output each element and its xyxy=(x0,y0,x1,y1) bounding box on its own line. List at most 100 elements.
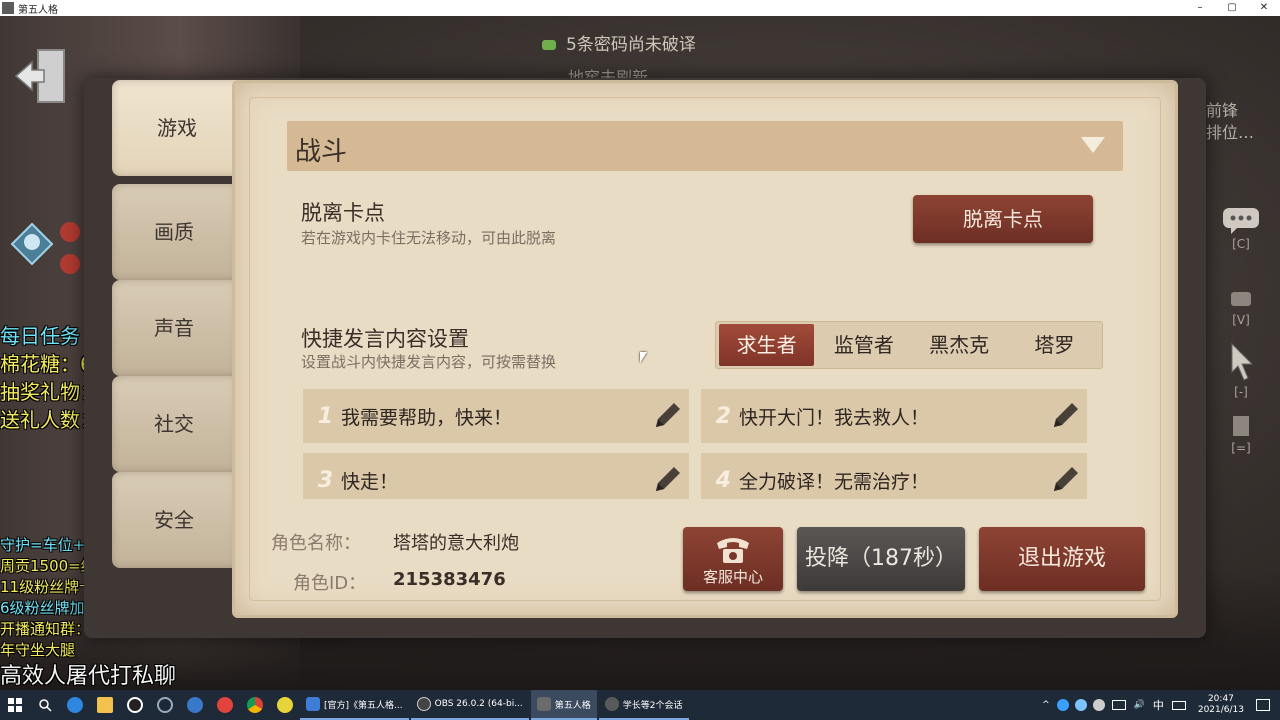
signal-control[interactable]: [-] xyxy=(1218,342,1264,399)
weibo-icon[interactable] xyxy=(210,690,240,720)
edge-browser-icon[interactable] xyxy=(60,690,90,720)
right-hud-text: 前锋 排位… xyxy=(1206,101,1255,142)
tray-app-icon[interactable] xyxy=(1092,699,1105,711)
taskbar-app-chat[interactable]: 学长等2个会话 xyxy=(598,690,689,720)
overlay-note-6: 年守坐大腿 xyxy=(0,641,76,659)
quick-chat-list[interactable]: 1 我需要帮助，快来！ 2 快开大门！我去救人！ 3 快走！ 4 全力破译！无需… xyxy=(303,389,1087,499)
voice-control[interactable]: [V] xyxy=(1218,290,1264,327)
settings-tabs: 游戏 画质 声音 社交 安全 xyxy=(112,80,242,600)
item-icon xyxy=(1233,416,1249,436)
phrase-number: 2 xyxy=(715,403,731,429)
tab-game[interactable]: 游戏 xyxy=(112,80,242,176)
quick-chat-item[interactable]: 4 全力破译！无需治疗！ xyxy=(701,453,1087,499)
taskbar-app-game[interactable]: 第五人格 xyxy=(530,690,597,720)
phrase-text: 全力破译！无需治疗！ xyxy=(739,470,930,493)
phrase-text: 我需要帮助，快来！ xyxy=(341,406,513,429)
pointer-signal-icon xyxy=(1231,342,1254,381)
signal-hotkey: [-] xyxy=(1234,385,1248,399)
clock[interactable]: 20:47 2021/6/13 xyxy=(1198,694,1244,716)
maximize-button[interactable]: ▢ xyxy=(1216,0,1248,16)
quick-chat-item[interactable]: 2 快开大门！我去救人！ xyxy=(701,389,1087,443)
role-id-label: 角色ID： xyxy=(293,573,367,594)
tab-social[interactable]: 社交 xyxy=(112,376,236,472)
customer-service-label: 客服中心 xyxy=(702,568,763,586)
item-control[interactable]: [=] xyxy=(1218,414,1264,455)
volume-icon[interactable]: 🔊 xyxy=(1134,700,1145,710)
taskbar-app-obs[interactable]: OBS 26.0.2 (64-bi... xyxy=(410,690,529,720)
phrase-number: 3 xyxy=(317,467,333,493)
phrase-text: 快开大门！我去救人！ xyxy=(739,406,930,429)
steam-icon[interactable] xyxy=(150,690,180,720)
cipher-status: 5条密码尚未破译 xyxy=(542,30,696,55)
chat-bubble-control[interactable]: [C] xyxy=(1218,206,1264,251)
exit-door-icon[interactable] xyxy=(14,46,70,106)
tab-sound[interactable]: 声音 xyxy=(112,280,236,376)
clock-date: 2021/6/13 xyxy=(1197,705,1244,715)
clock-time: 20:47 xyxy=(1207,694,1234,704)
tab-graphics[interactable]: 画质 xyxy=(112,184,236,280)
search-icon[interactable] xyxy=(30,690,60,720)
game-app-icon xyxy=(536,697,551,711)
unstuck-desc: 若在游戏内卡住无法移动，可由此脱离 xyxy=(301,229,557,247)
notification-icon[interactable] xyxy=(1256,699,1270,711)
taskbar: [官方]《第五人格... OBS 26.0.2 (64-bi... 第五人格 学… xyxy=(0,690,1280,720)
minimize-button[interactable]: – xyxy=(1184,0,1216,16)
unstuck-button[interactable]: 脱离卡点 xyxy=(913,195,1093,243)
quick-chat-item[interactable]: 3 快走！ xyxy=(303,453,689,499)
file-explorer-icon[interactable] xyxy=(90,690,120,720)
edit-pencil-icon[interactable] xyxy=(1043,396,1087,436)
telephone-icon xyxy=(717,538,749,563)
quit-game-button[interactable]: 退出游戏 xyxy=(979,527,1145,591)
chat-app-icon xyxy=(604,697,619,711)
quick-chat-item[interactable]: 1 我需要帮助，快来！ xyxy=(303,389,689,443)
tab-security[interactable]: 安全 xyxy=(112,472,236,568)
quick-chat-title: 快捷发言内容设置 xyxy=(301,327,469,351)
chrome-icon[interactable] xyxy=(240,690,270,720)
ime-indicator[interactable]: 中 xyxy=(1153,697,1164,713)
taskbar-app-browser[interactable]: [官方]《第五人格... xyxy=(300,690,409,720)
edit-pencil-icon[interactable] xyxy=(1043,460,1087,499)
unstuck-title: 脱离卡点 xyxy=(301,201,385,225)
chat-bubble-icon xyxy=(1223,208,1259,234)
role-option-survivor[interactable]: 求生者 xyxy=(719,324,815,366)
tray-expand-icon[interactable]: ^ xyxy=(1042,700,1050,710)
start-button[interactable] xyxy=(0,690,30,720)
app-icon xyxy=(2,2,14,14)
customer-service-button[interactable]: 客服中心 xyxy=(683,527,783,591)
chat-hotkey: [C] xyxy=(1232,237,1250,251)
edit-pencil-icon[interactable] xyxy=(645,460,689,499)
overlay-ad: 高效人屠代打私聊 xyxy=(0,664,177,689)
surrender-button[interactable]: 投降（187秒） xyxy=(797,527,965,591)
role-selector: 求生者 监管者 黑杰克 塔罗 xyxy=(715,321,1103,369)
cipher-status-text: 5条密码尚未破译 xyxy=(566,35,696,55)
taskbar-app-label: 学长等2个会话 xyxy=(622,700,683,711)
globe-browser-icon[interactable] xyxy=(180,690,210,720)
taskbar-app-label: [官方]《第五人格... xyxy=(324,700,403,711)
quick-chat-desc: 设置战斗内快捷发言内容，可按需替换 xyxy=(301,353,557,371)
keyboard-icon[interactable] xyxy=(1171,700,1186,710)
role-option-blackjack[interactable]: 黑杰克 xyxy=(912,321,1007,369)
role-option-hunter[interactable]: 监管者 xyxy=(816,321,911,369)
role-option-tarot[interactable]: 塔罗 xyxy=(1007,321,1102,369)
close-button[interactable]: ✕ xyxy=(1248,0,1280,16)
taskbar-app-label: OBS 26.0.2 (64-bi... xyxy=(434,699,523,709)
windows-logo-icon xyxy=(8,698,22,712)
edit-pencil-icon[interactable] xyxy=(645,396,689,436)
battle-section-header[interactable]: 战斗 xyxy=(287,121,1123,171)
teammate-status-icon xyxy=(10,222,80,274)
section-title: 战斗 xyxy=(295,137,348,167)
tray-app-icon[interactable] xyxy=(1074,699,1087,711)
yellow-app-icon[interactable] xyxy=(270,690,300,720)
qq-icon[interactable] xyxy=(120,690,150,720)
voice-hotkey: [V] xyxy=(1232,313,1250,327)
system-tray: ^ 🔊 中 20:47 2021/6/13 xyxy=(1038,690,1280,720)
browser-app-icon xyxy=(306,697,320,711)
role-name-label: 角色名称： xyxy=(271,533,361,554)
network-icon[interactable] xyxy=(1111,700,1126,710)
phrase-text: 快走！ xyxy=(341,470,399,493)
voice-icon xyxy=(1231,292,1251,306)
mouse-cursor-icon xyxy=(640,352,647,363)
tray-app-icon[interactable] xyxy=(1056,699,1069,711)
collapse-triangle-icon[interactable] xyxy=(1081,137,1105,153)
obs-icon xyxy=(416,697,431,711)
